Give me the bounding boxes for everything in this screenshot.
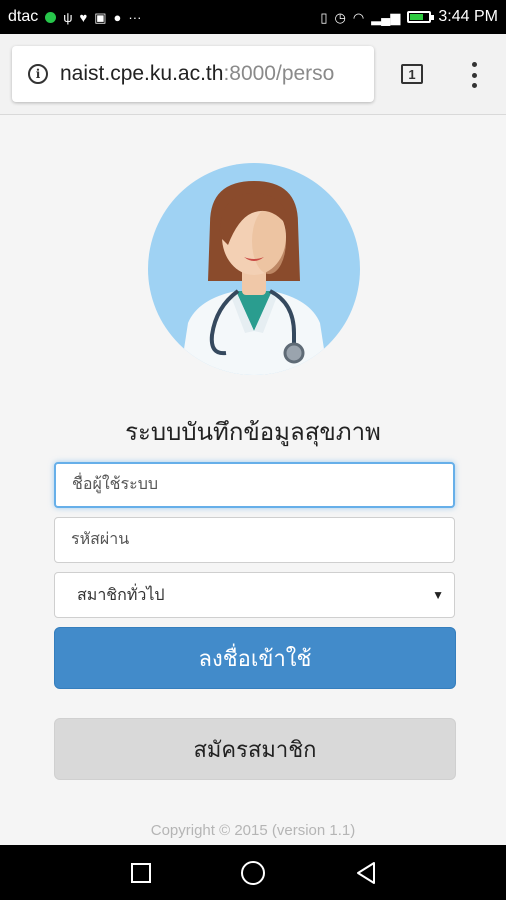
doctor-avatar [148, 163, 360, 375]
login-button-label: ลงชื่อเข้าใช้ [198, 645, 312, 671]
url-path: :8000/perso [223, 62, 335, 85]
clock: 3:44 PM [438, 8, 498, 25]
vibrate-icon: ▯ [320, 9, 328, 25]
tab-count: 1 [408, 66, 416, 82]
home-button[interactable] [223, 845, 283, 900]
back-icon [357, 861, 375, 884]
wifi-icon: ◠ [352, 9, 365, 25]
alarm-icon: ◷ [334, 9, 346, 25]
status-bar: dtac ψ ♥ ▣ ● ··· ▯ ◷ ◠ ▂▄▆ 3:44 PM [0, 0, 506, 34]
back-button[interactable] [336, 845, 396, 900]
more-icon: ··· [128, 9, 142, 25]
status-left: dtac ψ ♥ ▣ ● ··· [8, 8, 141, 26]
recents-icon [131, 862, 151, 883]
system-nav-bar [0, 845, 506, 900]
member-type-value: สมาชิกทั่วไป [77, 586, 165, 604]
carrier-label: dtac [8, 8, 39, 25]
dropdown-arrow-icon: ▼ [432, 588, 444, 602]
info-icon[interactable]: i [28, 64, 48, 84]
home-icon [241, 860, 265, 885]
signal-icon: ▂▄▆ [371, 9, 401, 25]
member-type-select[interactable]: สมาชิกทั่วไป ▼ [54, 572, 455, 618]
app-icon: ▣ [94, 9, 107, 25]
username-field[interactable] [54, 462, 455, 508]
url-text[interactable]: naist.cpe.ku.ac.th:8000/perso [60, 62, 334, 86]
tab-switcher-button[interactable]: 1 [401, 64, 423, 84]
notification-dot-icon [45, 11, 57, 23]
login-button[interactable]: ลงชื่อเข้าใช้ [54, 627, 456, 689]
browser-toolbar: i naist.cpe.ku.ac.th:8000/perso 1 [0, 34, 506, 115]
register-button[interactable]: สมัครสมาชิก [54, 718, 456, 780]
chat-icon: ● [113, 9, 122, 25]
usb-icon: ψ [63, 9, 73, 25]
page-title: ระบบบันทึกข้อมูลสุขภาพ [125, 419, 381, 446]
battery-icon [407, 11, 435, 23]
stethoscope-chestpiece [283, 342, 305, 364]
status-right: ▯ ◷ ◠ ▂▄▆ 3:44 PM [320, 8, 498, 26]
recents-button[interactable] [111, 845, 171, 900]
url-host: naist.cpe.ku.ac.th [60, 62, 224, 85]
register-button-label: สมัครสมาชิก [193, 736, 317, 762]
overflow-menu-icon[interactable] [466, 62, 482, 88]
health-icon: ♥ [79, 9, 88, 25]
address-bar[interactable]: i naist.cpe.ku.ac.th:8000/perso [12, 46, 374, 102]
copyright-text: Copyright © 2015 (version 1.1) [150, 822, 356, 839]
password-field[interactable] [54, 517, 455, 563]
